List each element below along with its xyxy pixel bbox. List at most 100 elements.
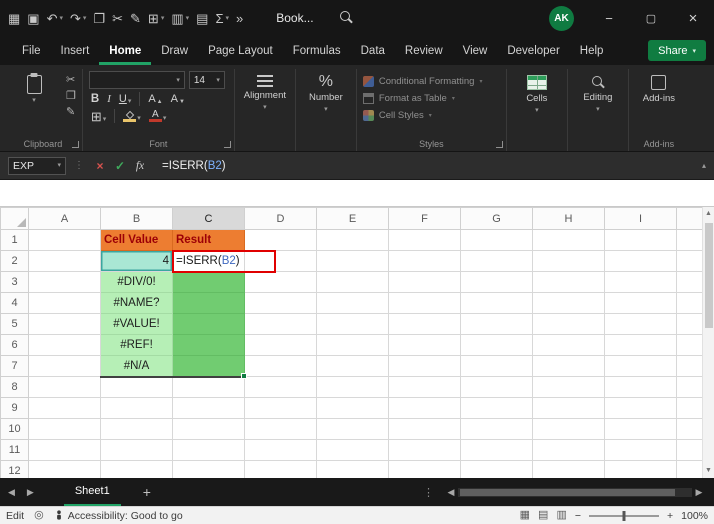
column-header-A[interactable]: A bbox=[28, 207, 101, 230]
cell-B9[interactable] bbox=[100, 397, 173, 419]
column-header-B[interactable]: B bbox=[100, 207, 173, 230]
cell-G5[interactable] bbox=[460, 313, 533, 335]
tab-file[interactable]: File bbox=[12, 36, 51, 65]
cell-G7[interactable] bbox=[460, 355, 533, 377]
row-header-5[interactable]: 5 bbox=[0, 313, 29, 335]
accessibility-status[interactable]: Accessibility: Good to go bbox=[54, 510, 183, 522]
cell-C11[interactable] bbox=[172, 439, 245, 461]
cell-I4[interactable] bbox=[604, 292, 677, 314]
tab-view[interactable]: View bbox=[453, 36, 498, 65]
cell-B7[interactable]: #N/A bbox=[100, 355, 173, 378]
vertical-scroll-thumb[interactable] bbox=[704, 223, 713, 328]
cell-C2[interactable]: =ISERR(B2) bbox=[172, 250, 276, 273]
cell-B1[interactable]: Cell Value bbox=[100, 229, 173, 251]
row-header-8[interactable]: 8 bbox=[0, 376, 29, 398]
cell-G9[interactable] bbox=[460, 397, 533, 419]
cell-E10[interactable] bbox=[316, 418, 389, 440]
cell-C12[interactable] bbox=[172, 460, 245, 478]
scroll-right-icon[interactable]: ▶ bbox=[692, 487, 706, 498]
paste-button[interactable]: ▾ bbox=[10, 71, 58, 118]
cell-B2[interactable]: 4 bbox=[100, 250, 173, 272]
cell-C4[interactable] bbox=[172, 292, 245, 314]
cells-button[interactable]: Cells ▾ bbox=[513, 71, 561, 114]
cell-B12[interactable] bbox=[100, 460, 173, 478]
close-button[interactable]: × bbox=[672, 0, 714, 36]
column-header-E[interactable]: E bbox=[316, 207, 389, 230]
insert-table-button[interactable]: ⊞ ▾ bbox=[148, 12, 164, 25]
cell-F7[interactable] bbox=[388, 355, 461, 377]
dialog-launcher-icon[interactable] bbox=[71, 141, 79, 148]
cell-G10[interactable] bbox=[460, 418, 533, 440]
row-header-2[interactable]: 2 bbox=[0, 250, 29, 272]
horizontal-scroll-thumb[interactable] bbox=[460, 488, 676, 496]
sheet-tab-sheet1[interactable]: Sheet1 bbox=[63, 478, 121, 506]
row-header-1[interactable]: 1 bbox=[0, 229, 29, 251]
tab-page-layout[interactable]: Page Layout bbox=[198, 36, 283, 65]
cell-G3[interactable] bbox=[460, 271, 533, 293]
cell-A5[interactable] bbox=[28, 313, 101, 335]
previous-sheet-icon[interactable]: ◀ bbox=[8, 487, 15, 498]
cell-D7[interactable] bbox=[244, 355, 317, 377]
cell-H9[interactable] bbox=[532, 397, 605, 419]
cell-C10[interactable] bbox=[172, 418, 245, 440]
row-header-11[interactable]: 11 bbox=[0, 439, 29, 461]
fill-color-button[interactable]: ▾ bbox=[121, 110, 143, 122]
cell-D10[interactable] bbox=[244, 418, 317, 440]
cell-B3[interactable]: #DIV/0! bbox=[100, 271, 173, 293]
column-header-I[interactable]: I bbox=[604, 207, 677, 230]
cell-I7[interactable] bbox=[604, 355, 677, 377]
cell-I3[interactable] bbox=[604, 271, 677, 293]
cut-icon[interactable]: ✂ bbox=[66, 74, 76, 86]
cell-D5[interactable] bbox=[244, 313, 317, 335]
cancel-button[interactable]: × bbox=[92, 159, 108, 173]
cell-H5[interactable] bbox=[532, 313, 605, 335]
autosum-button[interactable]: Σ ▾ bbox=[215, 12, 229, 25]
cell-I6[interactable] bbox=[604, 334, 677, 356]
formula-input[interactable]: =ISERR(B2) bbox=[162, 160, 226, 172]
cell-H7[interactable] bbox=[532, 355, 605, 377]
search-icon[interactable] bbox=[339, 11, 354, 25]
cell-G2[interactable] bbox=[460, 250, 533, 272]
cell-E2[interactable] bbox=[316, 250, 389, 272]
collapse-formula-bar-icon[interactable]: ▴ bbox=[702, 161, 706, 170]
format-painter-button[interactable]: ✎ bbox=[130, 12, 141, 25]
number-button[interactable]: % Number ▾ bbox=[302, 71, 350, 114]
row-header-12[interactable]: 12 bbox=[0, 460, 29, 478]
enter-button[interactable]: ✓ bbox=[112, 159, 128, 173]
tab-developer[interactable]: Developer bbox=[497, 36, 569, 65]
save-button[interactable]: ▣ bbox=[27, 12, 39, 25]
cell-B8[interactable] bbox=[100, 376, 173, 398]
cell-I8[interactable] bbox=[604, 376, 677, 398]
cell-E9[interactable] bbox=[316, 397, 389, 419]
insert-chart-button[interactable]: ▥ ▾ bbox=[171, 12, 189, 25]
bold-button[interactable]: B bbox=[89, 93, 101, 105]
page-layout-view-icon[interactable]: ▤ bbox=[538, 510, 548, 521]
scroll-down-icon[interactable]: ▼ bbox=[705, 464, 712, 478]
cell-F11[interactable] bbox=[388, 439, 461, 461]
cell-A1[interactable] bbox=[28, 229, 101, 251]
zoom-slider[interactable] bbox=[589, 510, 659, 521]
tab-formulas[interactable]: Formulas bbox=[283, 36, 351, 65]
cell-D3[interactable] bbox=[244, 271, 317, 293]
cell-H12[interactable] bbox=[532, 460, 605, 478]
column-header-F[interactable]: F bbox=[388, 207, 461, 230]
cell-B10[interactable] bbox=[100, 418, 173, 440]
cell-D4[interactable] bbox=[244, 292, 317, 314]
cell-G12[interactable] bbox=[460, 460, 533, 478]
cell-I10[interactable] bbox=[604, 418, 677, 440]
cell-G8[interactable] bbox=[460, 376, 533, 398]
dialog-launcher-icon[interactable] bbox=[223, 141, 231, 148]
overflow-button[interactable]: » bbox=[236, 12, 243, 25]
grow-font-button[interactable]: A ▲ bbox=[146, 93, 164, 105]
cell-A3[interactable] bbox=[28, 271, 101, 293]
scroll-up-icon[interactable]: ▲ bbox=[705, 207, 712, 221]
shrink-font-button[interactable]: A ▼ bbox=[169, 93, 187, 105]
cell-F5[interactable] bbox=[388, 313, 461, 335]
font-color-button[interactable]: A ▾ bbox=[147, 110, 169, 122]
new-sheet-button[interactable]: + bbox=[143, 484, 151, 500]
cell-D6[interactable] bbox=[244, 334, 317, 356]
alignment-button[interactable]: Alignment ▾ bbox=[241, 71, 289, 111]
borders-button[interactable]: ⊞ ▾ bbox=[89, 110, 108, 123]
cell-A12[interactable] bbox=[28, 460, 101, 478]
cell-D9[interactable] bbox=[244, 397, 317, 419]
